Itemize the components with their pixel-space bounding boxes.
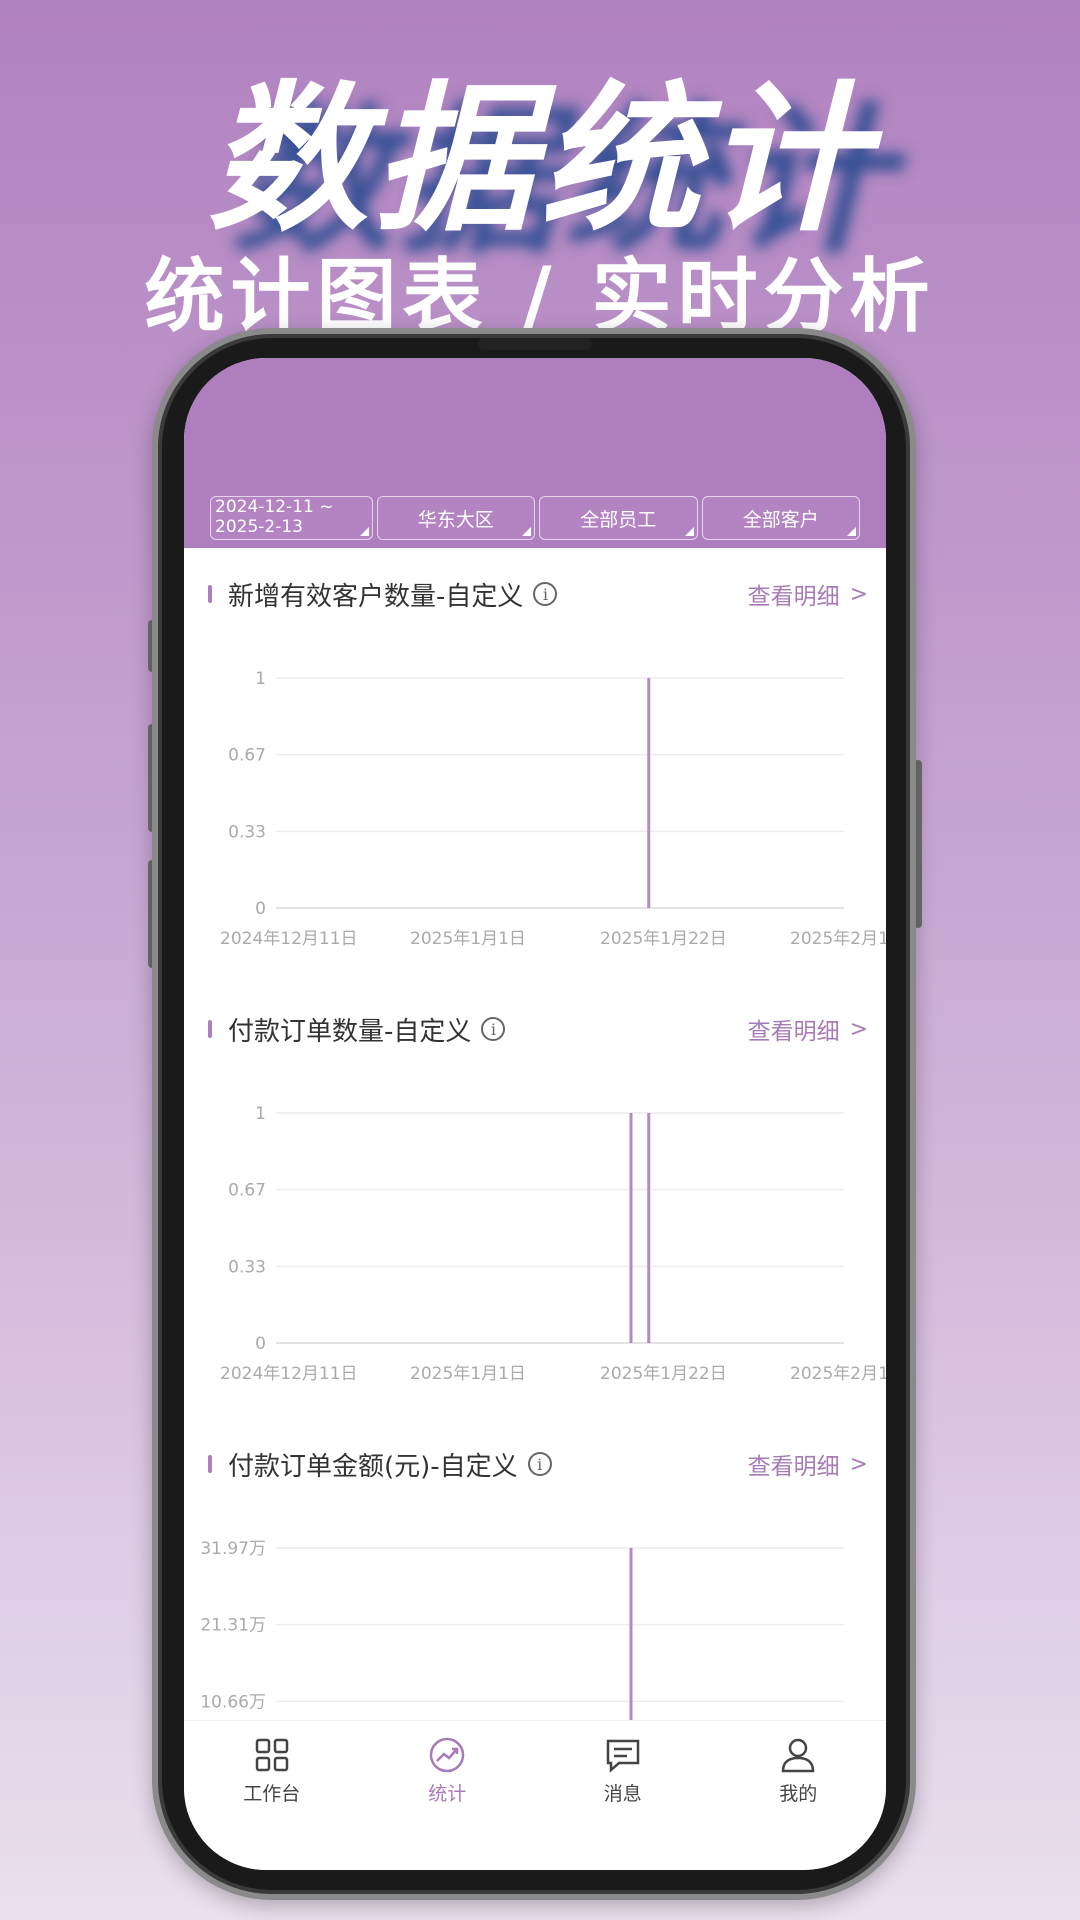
x-tick-label: 2025年2月13日 [790,929,886,948]
y-tick-label: 1 [255,669,266,689]
chart-new-customers: 1 0.67 0.33 0 2024年12月11日 2025年1月1日 2025年1月22日… [220,669,886,948]
tab-statistics[interactable]: 统计 [360,1721,536,1870]
stat-section-paid-orders: 付款订单数量-自定义 i 查看明细 > 1 0.67 0.33 0 2024年12月11… [184,983,886,1418]
chart-icon [430,1737,465,1773]
section-header: 新增有效客户数量-自定义 i 查看明细 > [208,576,868,612]
customer-filter[interactable]: 全部客户 [701,496,860,540]
tab-label: 工作台 [243,1783,301,1805]
section-accent-bar [208,585,212,603]
grid-icon [255,1738,288,1772]
tab-workbench[interactable]: 工作台 [184,1721,360,1870]
view-detail-link[interactable]: 查看明细 > [748,1446,868,1482]
section-header: 付款订单金额(元)-自定义 i 查看明细 > [208,1446,868,1482]
staff-filter-label: 全部员工 [580,508,657,531]
x-tick-label: 2025年2月13日 [790,1364,886,1383]
region-filter-label: 华东大区 [417,508,494,531]
info-icon[interactable]: i [527,1452,552,1476]
section-title: 付款订单数量-自定义 [228,1016,472,1047]
y-tick-label: 10.66万 [200,1692,266,1712]
x-tick-label: 2024年12月11日 [220,929,358,948]
y-tick-label: 0.67 [228,746,266,766]
y-tick-label: 31.97万 [200,1539,266,1559]
y-tick-label: 0 [255,899,266,919]
customer-filter-label: 全部客户 [742,508,819,531]
section-accent-bar [208,1455,212,1473]
y-tick-label: 0.67 [228,1181,266,1201]
filter-bar: 2024-12-11 ~ 2025-2-13 华东大区 全部员工 全部客户 [210,496,860,542]
bottom-tab-bar: 工作台 统计 消息 我的 [184,1720,886,1870]
phone-speaker [478,338,592,350]
chart-paid-orders: 1 0.67 0.33 0 2024年12月11日 2025年1月1日 2025年1月22日… [220,1104,886,1383]
date-range-end: 2025-2-13 [215,517,303,537]
y-tick-label: 0.33 [228,822,266,842]
message-icon [606,1739,639,1773]
user-icon [781,1738,815,1773]
y-tick-label: 1 [255,1104,266,1124]
tab-label: 消息 [603,1783,642,1805]
view-detail-link[interactable]: 查看明细 > [748,1011,868,1047]
y-tick-label: 0 [255,1334,266,1354]
y-tick-label: 21.31万 [200,1616,266,1636]
section-accent-bar [208,1020,212,1038]
date-range-start: 2024-12-11 ~ [215,497,334,517]
view-detail-label: 查看明细 [747,1019,840,1045]
date-range-filter[interactable]: 2024-12-11 ~ 2025-2-13 [210,496,373,540]
staff-filter[interactable]: 全部员工 [539,496,698,540]
view-detail-label: 查看明细 [747,584,840,610]
chevron-right-icon: > [849,1016,868,1042]
stat-section-new-customers: 新增有效客户数量-自定义 i 查看明细 > 1 0.67 0.33 0 2024年12月… [184,548,886,983]
tab-messages[interactable]: 消息 [535,1721,711,1870]
view-detail-label: 查看明细 [747,1454,840,1480]
tab-profile[interactable]: 我的 [711,1721,887,1870]
x-tick-label: 2025年1月1日 [410,929,526,948]
chart-paid-amount: 31.97万 21.31万 10.66万 [200,1539,844,1720]
stats-content[interactable]: 新增有效客户数量-自定义 i 查看明细 > 1 0.67 0.33 0 2024年12月… [184,548,886,1720]
chevron-right-icon: > [849,1451,868,1477]
stat-section-paid-amount: 付款订单金额(元)-自定义 i 查看明细 > 31.97万 21.31万 10.66… [184,1418,886,1720]
section-header: 付款订单数量-自定义 i 查看明细 > [208,1011,868,1047]
section-title: 新增有效客户数量-自定义 [228,581,524,612]
info-icon[interactable]: i [481,1017,506,1041]
info-icon[interactable]: i [533,582,558,606]
chevron-right-icon: > [849,581,868,607]
x-tick-label: 2025年1月22日 [600,929,727,948]
x-tick-label: 2024年12月11日 [220,1364,358,1383]
view-detail-link[interactable]: 查看明细 > [748,576,868,612]
tab-label: 统计 [428,1783,467,1805]
tab-label: 我的 [779,1783,818,1805]
x-tick-label: 2025年1月1日 [410,1364,526,1383]
phone-screen: 2024-12-11 ~ 2025-2-13 华东大区 全部员工 全部客户 新增… [184,358,886,1870]
section-title: 付款订单金额(元)-自定义 [228,1451,518,1482]
x-tick-label: 2025年1月22日 [600,1364,727,1383]
promo-headline: 数据统计 [207,66,872,253]
y-tick-label: 0.33 [228,1257,266,1277]
region-filter[interactable]: 华东大区 [376,496,535,540]
